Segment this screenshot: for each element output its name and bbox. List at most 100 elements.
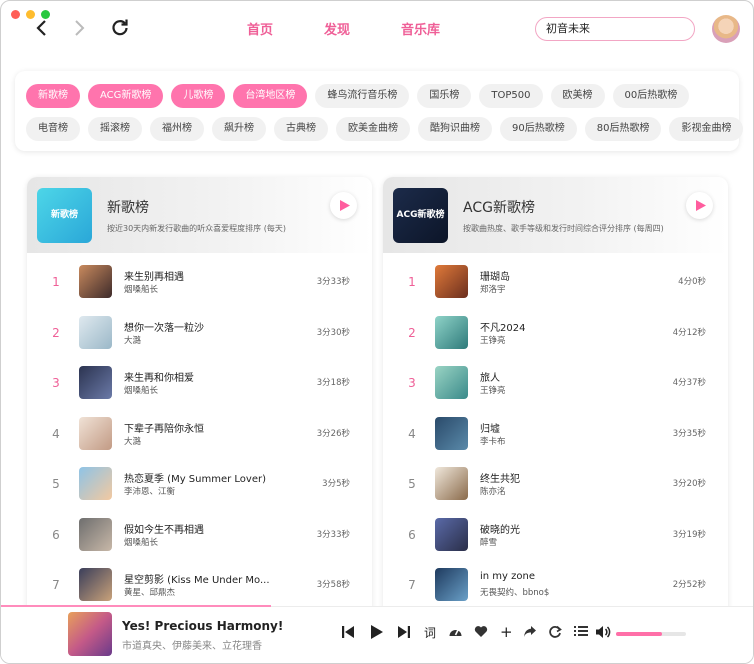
song-artist[interactable]: 陈亦洺 <box>480 485 506 497</box>
chart-title[interactable]: ACG新歌榜 <box>463 197 535 217</box>
category-tag[interactable]: 台湾地区榜 <box>233 84 308 108</box>
song-artist[interactable]: 大潞 <box>124 334 141 346</box>
song-title[interactable]: 假如今生不再相遇 <box>124 521 204 536</box>
back-button[interactable] <box>35 19 47 42</box>
like-button[interactable] <box>474 625 488 643</box>
category-tag[interactable]: 80后热歌榜 <box>584 117 662 141</box>
category-tag[interactable]: 儿歌榜 <box>171 84 226 108</box>
song-artist[interactable]: 郑洛宇 <box>480 283 506 295</box>
category-tag[interactable]: ACG新歌榜 <box>88 84 164 108</box>
song-cover[interactable] <box>435 517 468 551</box>
song-title[interactable]: 归墟 <box>480 420 500 435</box>
category-tag[interactable]: 摇滚榜 <box>88 117 142 141</box>
category-tag[interactable]: TOP500 <box>479 84 543 108</box>
song-artist[interactable]: 黄星、邱鼎杰 <box>124 586 175 598</box>
forward-button[interactable] <box>74 19 86 42</box>
category-tag[interactable]: 90后热歌榜 <box>500 117 577 141</box>
play-chart-button[interactable] <box>330 192 357 219</box>
song-title[interactable]: in my zone <box>480 571 535 582</box>
playback-progress[interactable] <box>1 605 271 607</box>
lyrics-button[interactable]: 词 <box>424 625 436 641</box>
song-title[interactable]: 热恋夏季 (My Summer Lover) <box>124 470 266 485</box>
song-cover[interactable] <box>79 467 112 500</box>
volume-slider[interactable] <box>616 632 686 636</box>
song-title[interactable]: 珊瑚岛 <box>480 268 510 283</box>
song-cover[interactable] <box>79 568 112 601</box>
avatar[interactable] <box>712 15 740 43</box>
song-cover[interactable] <box>79 265 112 298</box>
song-title[interactable]: 来生别再相遇 <box>124 268 184 283</box>
repeat-button[interactable] <box>548 625 562 644</box>
song-row[interactable]: 2 不凡2024 王铮亮 4分12秒 <box>383 308 728 358</box>
song-title[interactable]: 下辈子再陪你永恒 <box>124 420 204 435</box>
category-tag[interactable]: 00后热歌榜 <box>612 84 690 108</box>
song-cover[interactable] <box>435 467 468 500</box>
tab-home[interactable]: 首页 <box>247 19 324 38</box>
category-tag[interactable]: 欧美金曲榜 <box>336 117 410 141</box>
song-cover[interactable] <box>435 416 468 450</box>
previous-button[interactable] <box>341 625 355 644</box>
song-title[interactable]: 旅人 <box>480 369 500 384</box>
now-playing-cover[interactable] <box>68 612 112 656</box>
song-cover[interactable] <box>79 315 112 349</box>
refresh-button[interactable] <box>111 19 129 42</box>
category-tag[interactable]: 酷狗识曲榜 <box>418 117 492 141</box>
song-cover[interactable] <box>79 366 112 399</box>
chart-title[interactable]: 新歌榜 <box>107 197 149 217</box>
song-title[interactable]: 破晓的光 <box>480 521 520 536</box>
song-artist[interactable]: 李卡布 <box>480 435 506 447</box>
chart-cover[interactable]: ACG新歌榜 <box>393 188 448 243</box>
category-tag[interactable]: 新歌榜 <box>26 84 80 108</box>
now-playing-artist[interactable]: 市道真央、伊藤美来、立花理香 <box>122 637 262 652</box>
song-cover[interactable] <box>79 416 112 450</box>
category-tag[interactable]: 福州榜 <box>150 117 204 141</box>
song-artist[interactable]: 醉雪 <box>480 536 497 548</box>
category-tag[interactable]: 飙升榜 <box>212 117 266 141</box>
song-artist[interactable]: 大潞 <box>124 435 141 447</box>
song-row[interactable]: 4 下辈子再陪你永恒 大潞 3分26秒 <box>27 409 372 459</box>
category-tag[interactable]: 古典榜 <box>274 117 328 141</box>
song-artist[interactable]: 烟嗓船长 <box>124 283 158 295</box>
song-row[interactable]: 6 破晓的光 醉雪 3分19秒 <box>383 510 728 560</box>
song-cover[interactable] <box>435 265 468 298</box>
song-artist[interactable]: 李沛恩、江衡 <box>124 485 175 497</box>
song-row[interactable]: 1 珊瑚岛 郑洛宇 4分0秒 <box>383 257 728 307</box>
song-title[interactable]: 想你一次落一粒沙 <box>124 319 204 334</box>
song-row[interactable]: 3 来生再和你相爱 烟嗓船长 3分18秒 <box>27 358 372 408</box>
tab-discover[interactable]: 发现 <box>324 19 401 38</box>
speed-button[interactable] <box>448 625 463 644</box>
category-tag[interactable]: 蜂鸟流行音乐榜 <box>315 84 410 108</box>
song-row[interactable]: 2 想你一次落一粒沙 大潞 3分30秒 <box>27 308 372 358</box>
category-tag[interactable]: 欧美榜 <box>550 84 605 108</box>
song-row[interactable]: 5 终生共犯 陈亦洺 3分20秒 <box>383 459 728 509</box>
next-button[interactable] <box>397 625 411 644</box>
play-button[interactable] <box>369 624 385 645</box>
chart-cover[interactable]: 新歌榜 <box>37 188 92 243</box>
share-button[interactable] <box>523 625 537 643</box>
song-row[interactable]: 3 旅人 王铮亮 4分37秒 <box>383 358 728 408</box>
song-row[interactable]: 1 来生别再相遇 烟嗓船长 3分33秒 <box>27 257 372 307</box>
song-row[interactable]: 7 in my zone 无畏契约、bbno$ 2分52秒 <box>383 560 728 610</box>
song-artist[interactable]: 无畏契约、bbno$ <box>480 586 549 598</box>
song-title[interactable]: 来生再和你相爱 <box>124 369 194 384</box>
search-input[interactable]: 初音未来 <box>535 17 695 41</box>
song-artist[interactable]: 烟嗓船长 <box>124 536 158 548</box>
category-tag[interactable]: 国乐榜 <box>417 84 472 108</box>
song-cover[interactable] <box>435 315 468 349</box>
queue-button[interactable] <box>574 625 588 642</box>
add-to-playlist-button[interactable]: + <box>500 625 513 640</box>
song-row[interactable]: 5 热恋夏季 (My Summer Lover) 李沛恩、江衡 3分5秒 <box>27 459 372 509</box>
song-artist[interactable]: 烟嗓船长 <box>124 384 158 396</box>
song-row[interactable]: 7 星空剪影 (Kiss Me Under Mo... 黄星、邱鼎杰 3分58秒 <box>27 560 372 610</box>
tab-library[interactable]: 音乐库 <box>401 19 478 38</box>
song-row[interactable]: 4 归墟 李卡布 3分35秒 <box>383 409 728 459</box>
category-tag[interactable]: 影视金曲榜 <box>669 117 744 141</box>
category-tag[interactable]: 电音榜 <box>26 117 80 141</box>
volume-button[interactable] <box>595 625 611 644</box>
song-row[interactable]: 6 假如今生不再相遇 烟嗓船长 3分33秒 <box>27 510 372 560</box>
song-cover[interactable] <box>79 517 112 551</box>
song-cover[interactable] <box>435 366 468 399</box>
song-title[interactable]: 不凡2024 <box>480 319 525 334</box>
song-artist[interactable]: 王铮亮 <box>480 334 506 346</box>
song-title[interactable]: 终生共犯 <box>480 470 520 485</box>
